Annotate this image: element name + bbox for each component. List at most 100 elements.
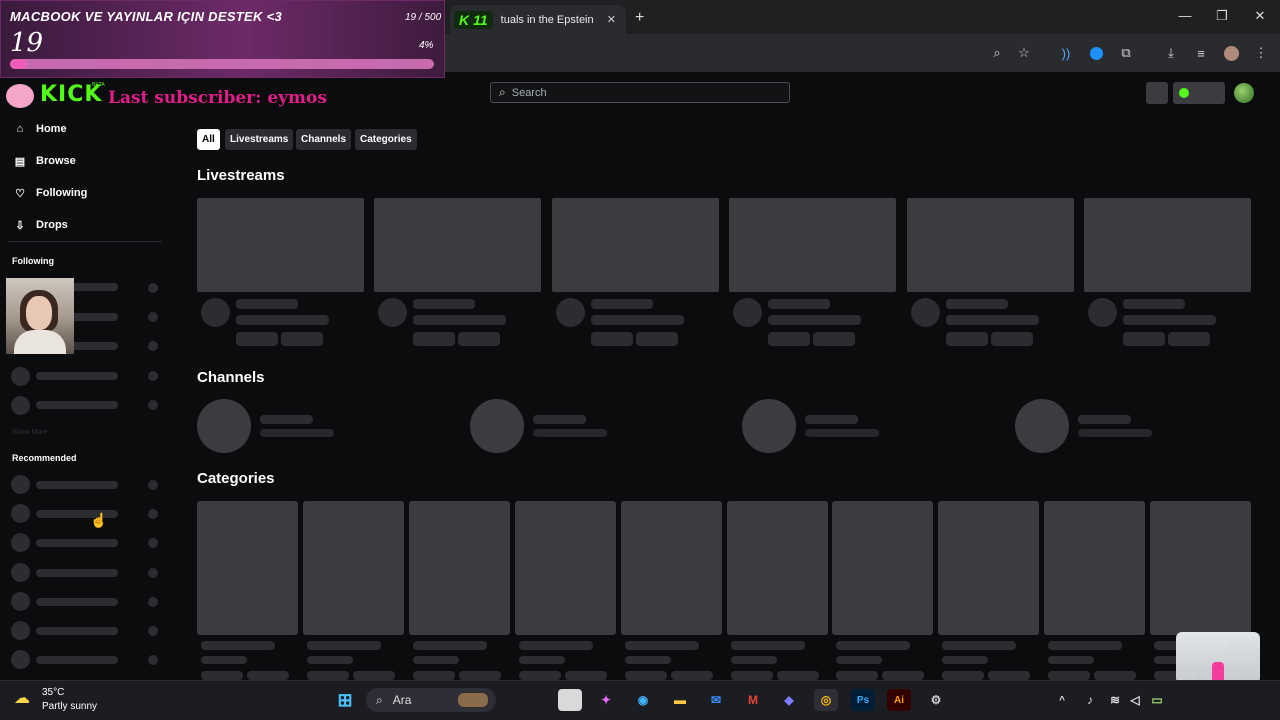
skeleton-tag: [413, 332, 456, 346]
livestream-thumbnail[interactable]: [1084, 198, 1251, 292]
media-control-icon[interactable]: ≡: [1190, 42, 1212, 64]
copilot-icon[interactable]: ✦: [594, 689, 618, 711]
goal-count: 19 / 500: [405, 12, 442, 23]
filter-livestreams-chip[interactable]: Livestreams: [225, 129, 294, 150]
illustrator-icon[interactable]: Ai: [887, 689, 911, 711]
show-more-link[interactable]: Show More: [12, 429, 47, 436]
skeleton-tag: [882, 671, 925, 680]
skeleton-dot: [148, 480, 158, 490]
show-hidden-icons[interactable]: ^: [1050, 689, 1074, 711]
goal-current-value: 19: [10, 28, 44, 58]
file-explorer-icon[interactable]: ▬: [668, 689, 692, 711]
skeleton-dot: [148, 400, 158, 410]
skeleton-tag: [990, 332, 1033, 346]
skeleton-tag: [988, 671, 1031, 680]
skeleton-channel-name: [36, 656, 118, 665]
livestream-thumbnail[interactable]: [197, 198, 364, 292]
photoshop-icon[interactable]: Ps: [851, 689, 875, 711]
header-button-skeleton[interactable]: [1146, 82, 1168, 104]
skeleton-tag: [776, 671, 819, 680]
skeleton-channel-avatar[interactable]: [742, 399, 797, 453]
microphone-icon[interactable]: ♪: [1078, 689, 1102, 711]
search-input[interactable]: ⌕ Search: [490, 82, 790, 103]
skeleton-title: [236, 299, 298, 309]
category-thumbnail[interactable]: [620, 501, 722, 635]
livestream-thumbnail[interactable]: [374, 198, 542, 292]
search-highlight-icon: [458, 693, 488, 707]
category-thumbnail[interactable]: [514, 501, 616, 635]
last-subscriber-overlay: Last subscriber: eymos: [108, 88, 327, 108]
filter-categories-chip[interactable]: Categories: [355, 129, 417, 150]
filter-all-chip[interactable]: All: [197, 129, 220, 150]
outlook-icon[interactable]: ✉: [704, 689, 728, 711]
weather-description[interactable]: Partly sunny: [42, 701, 97, 712]
user-avatar[interactable]: [1234, 83, 1254, 103]
sidebar-item-drops[interactable]: ⇩ Drops: [14, 216, 67, 234]
gmail-icon[interactable]: M: [741, 689, 765, 711]
sidebar-item-home[interactable]: ⌂ Home: [14, 120, 67, 138]
notification-app-icon[interactable]: ⚙: [924, 689, 948, 711]
skeleton-category-viewers: [412, 656, 459, 664]
download-icon[interactable]: ⤓: [1160, 42, 1182, 64]
category-thumbnail[interactable]: [726, 501, 828, 635]
volume-icon[interactable]: ◁: [1123, 689, 1147, 711]
filter-channels-chip[interactable]: Channels: [296, 129, 352, 150]
skeleton-category-viewers: [942, 656, 989, 664]
category-thumbnail[interactable]: [1044, 501, 1146, 635]
zoom-icon[interactable]: ⌕: [986, 42, 1008, 64]
category-thumbnail[interactable]: [938, 501, 1040, 635]
heart-icon: ♡: [15, 187, 25, 200]
edge-icon[interactable]: ◉: [631, 689, 655, 711]
shazam-extension-icon[interactable]: [1085, 42, 1107, 64]
category-thumbnail[interactable]: [832, 501, 934, 635]
search-icon: ⌕: [376, 692, 383, 707]
skeleton-channel-name: [36, 481, 118, 489]
read-aloud-icon[interactable]: )): [1055, 42, 1077, 64]
category-thumbnail[interactable]: [302, 501, 404, 635]
skeleton-category-name: [518, 641, 593, 650]
browser-tab[interactable]: K 11 tuals in the Epstein ✕: [450, 5, 626, 34]
close-window-button[interactable]: ✕: [1245, 8, 1275, 24]
goal-percent: 4%: [419, 40, 434, 51]
sidebar-item-browse[interactable]: ▤ Browse: [14, 152, 76, 170]
skeleton-tag: [670, 671, 713, 680]
bookmark-star-icon[interactable]: ☆: [1013, 42, 1035, 64]
skeleton-dot: [148, 341, 158, 351]
profile-icon[interactable]: [1220, 42, 1242, 64]
skeleton-title: [1123, 299, 1185, 309]
taskbar-search[interactable]: ⌕ Ara: [366, 688, 496, 712]
category-thumbnail[interactable]: [408, 501, 510, 635]
skeleton-tag: [836, 671, 879, 680]
recommended-heading: Recommended: [12, 453, 77, 463]
skeleton-tag: [730, 671, 773, 680]
skeleton-tag: [942, 671, 985, 680]
skeleton-channel-name: [36, 539, 118, 548]
extensions-icon[interactable]: ⧉: [1115, 42, 1137, 64]
close-tab-icon[interactable]: ✕: [607, 13, 616, 26]
windows-start-icon[interactable]: ⊞: [333, 689, 357, 711]
skeleton-tag: [412, 671, 455, 680]
dev-home-icon[interactable]: ◆: [777, 689, 801, 711]
livestream-thumbnail[interactable]: [729, 198, 897, 292]
livestream-thumbnail[interactable]: [551, 198, 719, 292]
weather-temperature[interactable]: 35°C: [42, 687, 64, 698]
category-thumbnail[interactable]: [1150, 501, 1252, 635]
category-thumbnail[interactable]: [197, 501, 298, 635]
chrome-icon[interactable]: ◎: [814, 689, 838, 711]
header-login-skeleton[interactable]: [1173, 82, 1225, 104]
skeleton-category-name: [201, 641, 275, 650]
restore-button[interactable]: ❐: [1207, 8, 1237, 24]
task-view-icon[interactable]: [558, 689, 582, 711]
weather-icon[interactable]: ☁: [14, 688, 38, 710]
skeleton-channel-avatar[interactable]: [197, 399, 251, 453]
skeleton-channel-avatar[interactable]: [1015, 399, 1070, 453]
skeleton-channel-avatar[interactable]: [469, 399, 524, 453]
sidebar-item-following[interactable]: ♡ Following: [14, 184, 87, 202]
minimize-button[interactable]: —: [1170, 8, 1200, 23]
skeleton-tag: [1048, 671, 1091, 680]
skeleton-category-viewers: [518, 656, 565, 664]
new-tab-button[interactable]: +: [635, 9, 644, 27]
battery-icon[interactable]: ▭: [1145, 689, 1169, 711]
livestream-thumbnail[interactable]: [906, 198, 1074, 292]
more-menu-icon[interactable]: ⋮: [1250, 42, 1272, 64]
